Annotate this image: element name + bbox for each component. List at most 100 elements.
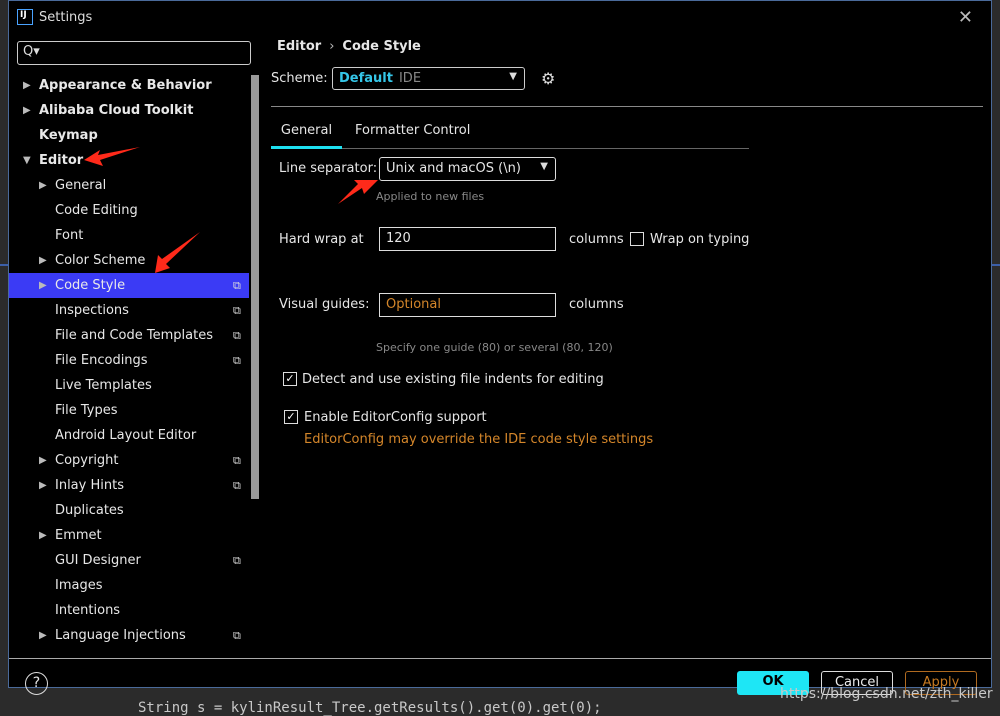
project-settings-icon: ⧉	[233, 454, 241, 467]
tree-item-general[interactable]: ▶ General	[9, 173, 249, 198]
tree-item-color-scheme[interactable]: ▶ Color Scheme	[9, 248, 249, 273]
tree-item-font[interactable]: Font	[9, 223, 249, 248]
tree-item-code-editing[interactable]: Code Editing	[9, 198, 249, 223]
line-separator-value: Unix and macOS (\n)	[386, 161, 521, 176]
settings-dialog: IJ Settings ✕ Q▾ ▶ Appearance & Behavior ▶…	[8, 0, 992, 695]
collapsed-arrow-icon[interactable]: ▶	[23, 73, 31, 98]
tree-item-label: File Types	[55, 403, 118, 418]
tree-item-label: Images	[55, 578, 103, 593]
tree-item-label: Intentions	[55, 603, 121, 618]
collapsed-arrow-icon[interactable]: ▶	[23, 98, 31, 123]
tree-item-alibaba-cloud-toolkit[interactable]: ▶ Alibaba Cloud Toolkit	[9, 98, 249, 123]
line-separator-label: Line separator:	[279, 161, 378, 176]
tree-item-keymap[interactable]: Keymap	[9, 123, 249, 148]
help-button[interactable]: ?	[25, 672, 48, 695]
tree-item-emmet[interactable]: ▶ Emmet	[9, 523, 249, 548]
tree-item-label: General	[55, 178, 107, 193]
breadcrumb-current: Code Style	[342, 39, 421, 54]
tree-item-label: Font	[55, 228, 84, 243]
collapsed-arrow-icon[interactable]: ▶	[39, 248, 47, 273]
app-icon: IJ	[17, 9, 33, 25]
editorconfig-label: Enable EditorConfig support	[304, 410, 487, 425]
tree-item-live-templates[interactable]: Live Templates	[9, 373, 249, 398]
project-settings-icon: ⧉	[233, 304, 241, 317]
wrap-on-typing-checkbox[interactable]	[630, 232, 644, 246]
collapsed-arrow-icon[interactable]: ▶	[39, 173, 47, 198]
collapsed-arrow-icon[interactable]: ▶	[39, 623, 47, 648]
scheme-name: Default	[339, 71, 393, 86]
tree-item-inspections[interactable]: Inspections ⧉	[9, 298, 249, 323]
tree-item-language-injections[interactable]: ▶ Language Injections ⧉	[9, 623, 249, 648]
wrap-on-typing-label: Wrap on typing	[650, 232, 750, 247]
tree-item-label: Keymap	[39, 128, 98, 143]
tree-item-file-and-code-templates[interactable]: File and Code Templates ⧉	[9, 323, 249, 348]
tree-item-duplicates[interactable]: Duplicates	[9, 498, 249, 523]
tree-item-label: Duplicates	[55, 503, 124, 518]
tree-item-editor[interactable]: ▼ Editor	[9, 148, 249, 173]
project-settings-icon: ⧉	[233, 279, 241, 292]
breadcrumb-parent[interactable]: Editor	[277, 39, 321, 54]
watermark: https://blog.csdn.net/zth_killer	[780, 686, 993, 702]
hard-wrap-input[interactable]: 120	[379, 227, 556, 251]
search-input[interactable]: Q▾	[17, 41, 251, 65]
chevron-down-icon: ▼	[509, 71, 517, 82]
scheme-label: Scheme:	[271, 71, 328, 86]
tree-item-file-types[interactable]: File Types	[9, 398, 249, 423]
search-icon: Q▾	[23, 44, 40, 59]
visual-guides-input[interactable]: Optional	[379, 293, 556, 317]
tree-item-copyright[interactable]: ▶ Copyright ⧉	[9, 448, 249, 473]
footer-divider	[9, 658, 991, 659]
project-settings-icon: ⧉	[233, 329, 241, 342]
breadcrumb: Editor › Code Style	[277, 39, 421, 54]
collapsed-arrow-icon[interactable]: ▶	[39, 273, 47, 298]
detect-indents-checkbox[interactable]: ✓	[283, 372, 297, 386]
visual-guides-label: Visual guides:	[279, 297, 370, 312]
chevron-down-icon: ▼	[540, 161, 548, 172]
tree-item-label: File and Code Templates	[55, 328, 213, 343]
tree-item-label: Code Style	[55, 278, 126, 293]
collapsed-arrow-icon[interactable]: ▶	[39, 523, 47, 548]
close-icon[interactable]: ✕	[958, 7, 973, 28]
tree-scrollbar[interactable]	[251, 75, 259, 499]
window-title: Settings	[39, 10, 93, 25]
project-settings-icon: ⧉	[233, 354, 241, 367]
tab-bar: General Formatter Control	[271, 119, 749, 149]
tree-item-images[interactable]: Images	[9, 573, 249, 598]
gear-icon[interactable]: ⚙	[541, 69, 555, 88]
tree-item-intentions[interactable]: Intentions	[9, 598, 249, 623]
scheme-select[interactable]: Default IDE ▼	[332, 67, 525, 90]
editorconfig-warning: EditorConfig may override the IDE code s…	[304, 432, 654, 447]
tree-item-label: Emmet	[55, 528, 102, 543]
tree-item-label: GUI Designer	[55, 553, 141, 568]
line-separator-select[interactable]: Unix and macOS (\n) ▼	[379, 157, 556, 181]
tree-item-appearance-behavior[interactable]: ▶ Appearance & Behavior	[9, 73, 249, 98]
tree-item-label: Inspections	[55, 303, 129, 318]
tree-item-label: Inlay Hints	[55, 478, 124, 493]
collapsed-arrow-icon[interactable]: ▶	[39, 473, 47, 498]
tree-item-label: Alibaba Cloud Toolkit	[39, 103, 194, 118]
line-separator-hint: Applied to new files	[376, 190, 485, 203]
tree-item-label: Android Layout Editor	[55, 428, 197, 443]
tree-item-gui-designer[interactable]: GUI Designer ⧉	[9, 548, 249, 573]
tree-item-file-encodings[interactable]: File Encodings ⧉	[9, 348, 249, 373]
expanded-arrow-icon[interactable]: ▼	[23, 148, 31, 173]
tree-item-label: Copyright	[55, 453, 119, 468]
project-settings-icon: ⧉	[233, 554, 241, 567]
editorconfig-checkbox[interactable]: ✓	[284, 410, 298, 424]
tree-item-label: Live Templates	[55, 378, 152, 393]
tree-item-android-layout-editor[interactable]: Android Layout Editor	[9, 423, 249, 448]
tree-item-label: Color Scheme	[55, 253, 146, 268]
project-settings-icon: ⧉	[233, 479, 241, 492]
tree-item-label: Appearance & Behavior	[39, 78, 212, 93]
tree-item-label: File Encodings	[55, 353, 148, 368]
visual-guides-columns: columns	[569, 297, 624, 312]
settings-tree: ▶ Appearance & Behavior ▶ Alibaba Cloud Too…	[9, 73, 249, 659]
scheme-type: IDE	[398, 71, 422, 86]
tree-item-label: Editor	[39, 153, 84, 168]
tree-item-code-style[interactable]: ▶ Code Style ⧉	[9, 273, 249, 298]
tab-formatter-control[interactable]: Formatter Control	[355, 123, 470, 138]
tree-item-inlay-hints[interactable]: ▶ Inlay Hints ⧉	[9, 473, 249, 498]
divider	[271, 106, 983, 107]
tab-general[interactable]: General	[271, 123, 342, 149]
collapsed-arrow-icon[interactable]: ▶	[39, 448, 47, 473]
